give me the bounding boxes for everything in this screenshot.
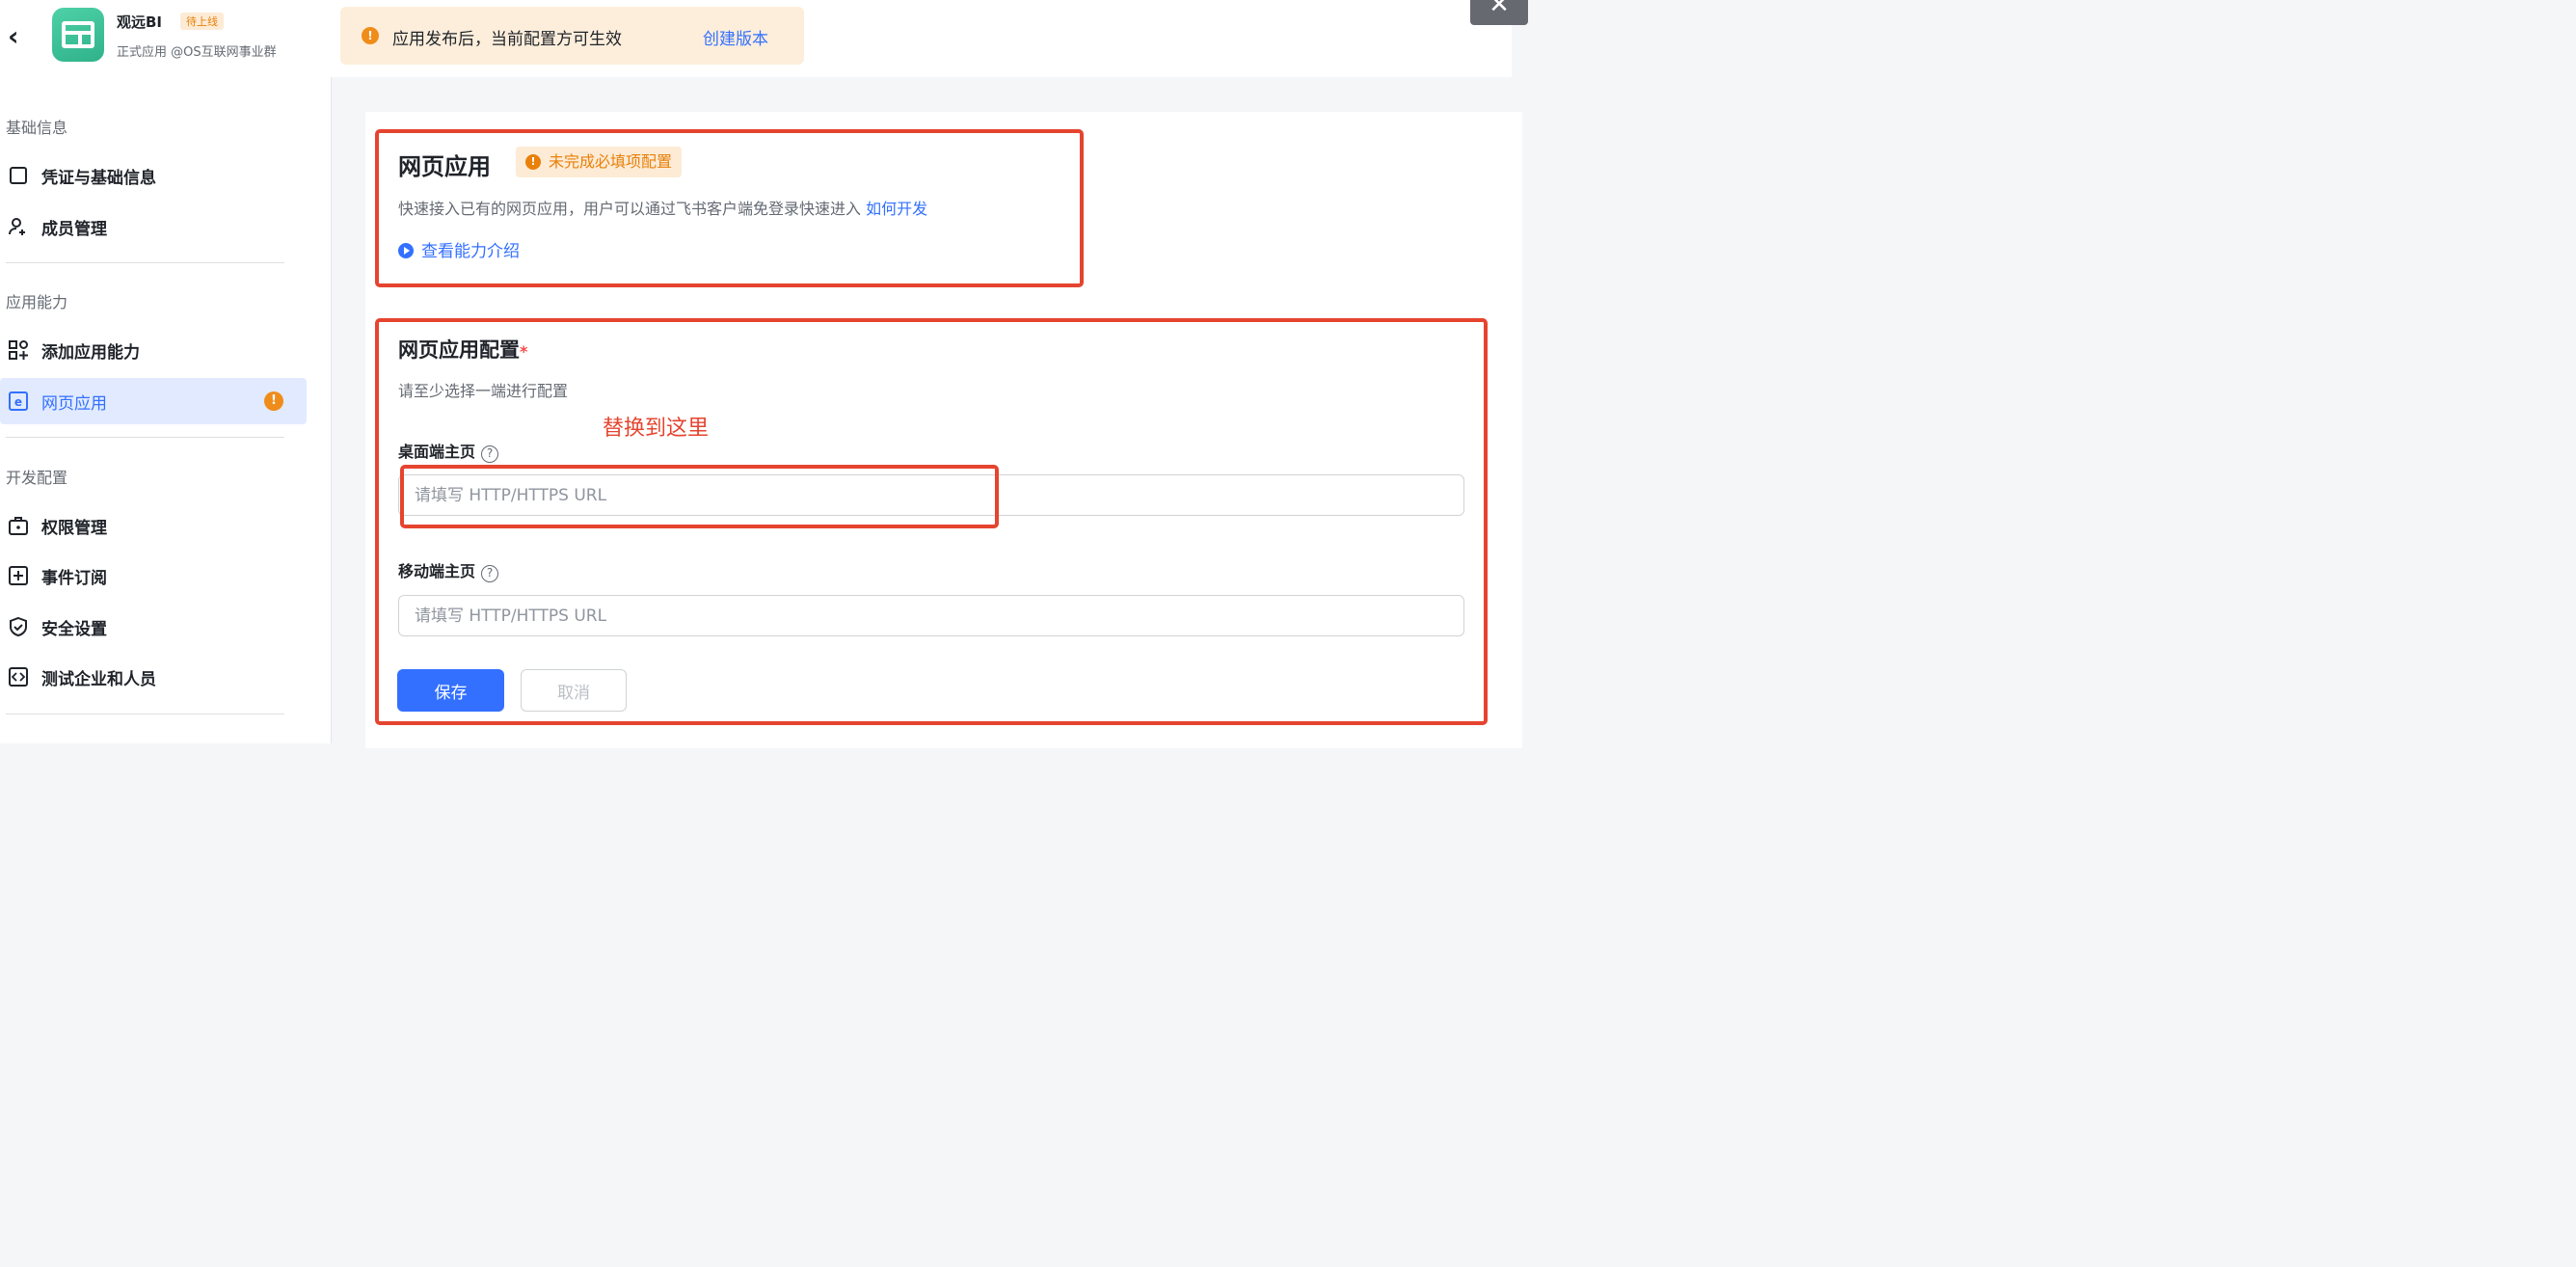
incomplete-config-badge: ! 未完成必填项配置 <box>516 147 683 177</box>
app-subtitle: 正式应用 @OS互联网事业群 <box>117 45 277 60</box>
sidebar-divider <box>6 437 284 438</box>
sidebar-item-label: 安全设置 <box>41 619 107 639</box>
apps-add-icon <box>8 339 29 361</box>
sidebar-item-label: 权限管理 <box>41 518 107 538</box>
section-title-capabilities: 应用能力 <box>6 293 68 311</box>
question-circle-icon[interactable]: ? <box>481 565 499 582</box>
sidebar-item-add-capability[interactable]: 添加应用能力 <box>0 327 307 373</box>
publish-notice-banner: ! 应用发布后，当前配置方可生效 创建版本 <box>340 7 804 65</box>
back-chevron-icon[interactable]: ‹ <box>8 21 31 52</box>
web-app-description: 快速接入已有的网页应用，用户可以通过飞书客户端免登录快速进入 如何开发 <box>398 200 928 218</box>
warning-icon: ! <box>525 154 541 170</box>
shield-check-icon <box>8 616 29 637</box>
warning-badge: ! <box>264 391 283 411</box>
section-title-basic: 基础信息 <box>6 119 68 137</box>
sidebar-item-web-app[interactable]: e 网页应用 ! <box>0 378 307 424</box>
app-logo <box>52 8 104 62</box>
sidebar-item-label: 测试企业和人员 <box>41 669 156 689</box>
test-icon <box>8 666 29 687</box>
sidebar-item-label: 网页应用 <box>41 393 107 414</box>
svg-text:e: e <box>14 395 22 409</box>
view-capability-intro-link[interactable]: 查看能力介绍 <box>398 237 520 261</box>
how-to-develop-link[interactable]: 如何开发 <box>866 200 927 218</box>
create-version-link[interactable]: 创建版本 <box>703 25 768 49</box>
question-circle-icon[interactable]: ? <box>481 445 499 463</box>
save-button[interactable]: 保存 <box>397 669 504 712</box>
play-circle-icon <box>398 243 414 258</box>
app-name: 观远BI <box>117 13 163 31</box>
sidebar-item-label: 成员管理 <box>41 219 107 239</box>
web-app-icon: e <box>8 391 29 412</box>
mobile-homepage-label: 移动端主页? <box>398 558 499 582</box>
desktop-homepage-label: 桌面端主页? <box>398 439 499 463</box>
cancel-button[interactable]: 取消 <box>521 669 627 712</box>
notice-text: 应用发布后，当前配置方可生效 <box>392 30 622 49</box>
config-subtitle: 请至少选择一端进行配置 <box>398 382 569 400</box>
sidebar-item-events[interactable]: 事件订阅 <box>0 553 307 599</box>
event-icon <box>8 565 29 586</box>
sidebar-item-members[interactable]: 成员管理 <box>0 203 307 250</box>
sidebar-item-label: 添加应用能力 <box>41 342 140 363</box>
credential-icon <box>8 165 29 186</box>
annotation-text: 替换到这里 <box>603 417 710 441</box>
section-title-dev-config: 开发配置 <box>6 469 68 487</box>
mobile-homepage-input[interactable] <box>398 595 1464 636</box>
add-member-icon <box>8 216 29 237</box>
sidebar-item-permissions[interactable]: 权限管理 <box>0 502 307 549</box>
top-bar: ‹ 观远BI 待上线 正式应用 @OS互联网事业群 ! 应用发布后，当前配置方可… <box>0 0 1512 77</box>
sidebar-divider <box>6 262 284 263</box>
sidebar-item-test[interactable]: 测试企业和人员 <box>0 654 307 700</box>
web-app-title: 网页应用 <box>398 153 491 180</box>
sidebar-item-credentials[interactable]: 凭证与基础信息 <box>0 152 307 199</box>
sidebar-item-label: 凭证与基础信息 <box>41 168 156 188</box>
sidebar-item-security[interactable]: 安全设置 <box>0 604 307 650</box>
desktop-homepage-input[interactable] <box>398 474 1464 516</box>
app-status-badge: 待上线 <box>180 13 224 30</box>
required-mark: * <box>520 342 528 361</box>
config-title: 网页应用配置* <box>398 338 528 362</box>
warning-icon: ! <box>362 27 379 44</box>
permission-icon <box>8 515 29 536</box>
close-icon[interactable]: ✕ <box>1470 0 1528 25</box>
sidebar-item-label: 事件订阅 <box>41 568 107 588</box>
